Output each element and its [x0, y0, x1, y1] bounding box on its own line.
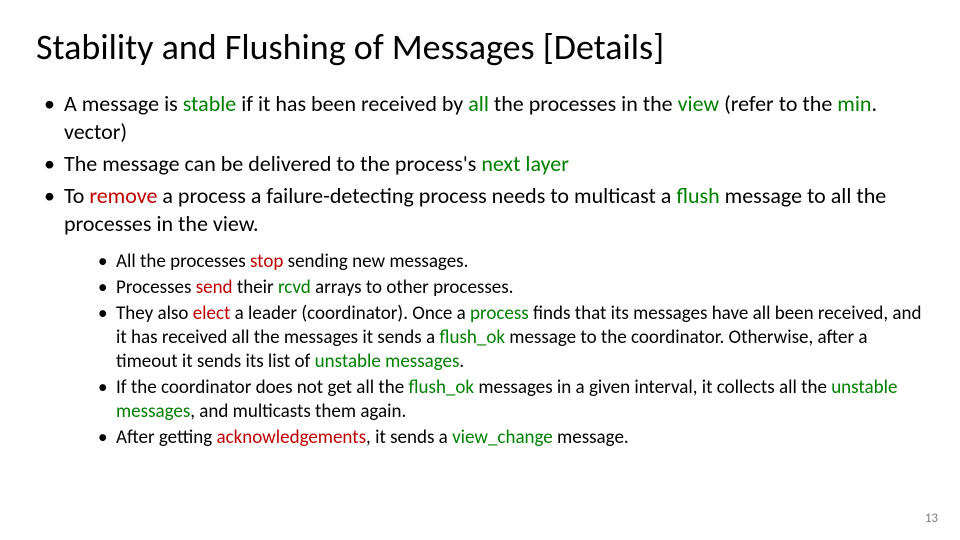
text: After getting: [116, 426, 216, 449]
page-number: 13: [925, 511, 938, 526]
keyword: send: [196, 276, 233, 299]
keyword: stop: [250, 250, 283, 273]
keyword: acknowledgements: [216, 426, 366, 449]
text: their: [233, 276, 278, 299]
bullet-list-outer: A message is stable if it has been recei…: [36, 90, 924, 450]
slide: Stability and Flushing of Messages [Deta…: [0, 0, 960, 540]
list-item: The message can be delivered to the proc…: [64, 150, 924, 178]
list-item: All the processes stop sending new messa…: [116, 250, 924, 274]
text: sending new messages.: [283, 250, 468, 273]
keyword: flush_ok: [408, 376, 474, 399]
text: if it has been received by: [236, 90, 468, 117]
keyword: unstable messages: [315, 350, 460, 373]
keyword: min: [837, 90, 871, 117]
keyword: view_change: [452, 426, 553, 449]
text: They also: [116, 302, 193, 325]
list-item: Processes send their rcvd arrays to othe…: [116, 276, 924, 300]
text: All the processes: [116, 250, 250, 273]
text: Processes: [116, 276, 196, 299]
list-item: After getting acknowledgements, it sends…: [116, 426, 924, 450]
text: To: [64, 182, 89, 209]
keyword: view: [678, 90, 720, 117]
keyword: process: [470, 302, 529, 325]
text: the processes in the: [489, 90, 678, 117]
keyword: flush_ok: [439, 326, 505, 349]
list-item: To remove a process a failure-detecting …: [64, 182, 924, 450]
keyword: rcvd: [278, 276, 311, 299]
text: .: [459, 350, 464, 373]
list-item: If the coordinator does not get all the …: [116, 376, 924, 424]
list-item: A message is stable if it has been recei…: [64, 90, 924, 146]
slide-title: Stability and Flushing of Messages [Deta…: [36, 28, 924, 68]
text: arrays to other processes.: [311, 276, 514, 299]
keyword: stable: [183, 90, 237, 117]
keyword: remove: [89, 182, 157, 209]
text: A message is: [64, 90, 183, 117]
keyword: elect: [193, 302, 231, 325]
text: (refer to the: [719, 90, 837, 117]
text: If the coordinator does not get all the: [116, 376, 408, 399]
text: a leader (coordinator). Once a: [230, 302, 470, 325]
text: messages in a given interval, it collect…: [474, 376, 831, 399]
keyword: flush: [676, 182, 719, 209]
text: a process a failure-detecting process ne…: [157, 182, 676, 209]
text: message.: [553, 426, 629, 449]
text: , and multicasts them again.: [190, 400, 406, 423]
list-item: They also elect a leader (coordinator). …: [116, 302, 924, 374]
text: The message can be delivered to the proc…: [64, 150, 481, 177]
text: , it sends a: [366, 426, 452, 449]
bullet-list-inner: All the processes stop sending new messa…: [64, 250, 924, 450]
keyword: next layer: [481, 150, 569, 177]
keyword: all: [468, 90, 489, 117]
